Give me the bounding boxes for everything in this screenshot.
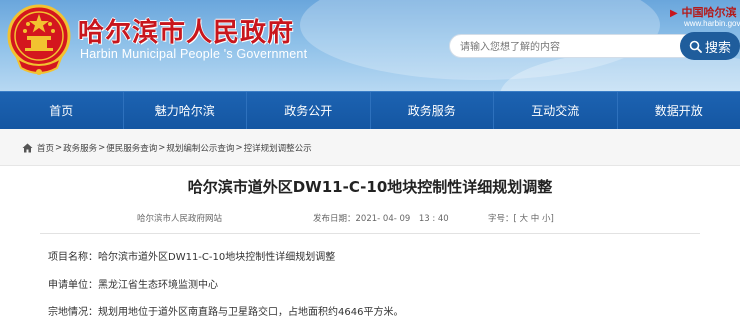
nav-item-interaction[interactable]: 互动交流 xyxy=(494,92,618,129)
search-input[interactable] xyxy=(450,36,714,59)
meta-divider xyxy=(40,233,700,234)
date-label: 发布日期： xyxy=(313,214,356,224)
field-project-name: 项目名称：哈尔滨市道外区DW11-C-10地块控制性详细规划调整 xyxy=(48,248,335,263)
site-subtitle: Harbin Municipal People 's Government xyxy=(80,47,308,61)
brand-url: www.harbin.gov.cn xyxy=(684,19,740,28)
flag-icon: ▶ xyxy=(670,8,678,19)
main-nav: 首页 魅力哈尔滨 政务公开 政务服务 互动交流 数据开放 xyxy=(0,91,740,129)
nav-item-home[interactable]: 首页 xyxy=(0,92,124,129)
breadcrumb-item-government-services[interactable]: 政务服务 xyxy=(63,142,97,154)
date-value: 2021- 04- 09 13 : 40 xyxy=(355,214,449,224)
field-value: 哈尔滨市道外区DW11-C-10地块控制性详细规划调整 xyxy=(98,252,336,263)
search-icon xyxy=(689,40,702,53)
field-label: 宗地情况： xyxy=(48,307,98,318)
font-size-medium-button[interactable]: 中 xyxy=(531,214,540,224)
article-source: 哈尔滨市人民政府网站 xyxy=(137,214,223,224)
field-site-condition: 宗地情况：规划用地位于道外区南直路与卫星路交口，占地面积约4646平方米。 xyxy=(48,303,403,318)
breadcrumb-item-plan-adjustment[interactable]: 控详规划调整公示 xyxy=(244,142,312,154)
site-title: 哈尔滨市人民政府 xyxy=(78,18,295,48)
field-value: 规划用地位于道外区南直路与卫星路交口，占地面积约4646平方米。 xyxy=(98,307,404,318)
breadcrumb-item-convenience-query[interactable]: 便民服务查询 xyxy=(106,142,157,154)
national-emblem-icon xyxy=(7,4,71,75)
article-meta: 哈尔滨市人民政府网站 发布日期：2021- 04- 09 13 : 40 字号：… xyxy=(0,212,740,226)
field-label: 项目名称： xyxy=(48,252,98,263)
brand-logo-text: 中国哈尔滨 xyxy=(681,6,737,19)
breadcrumb-separator: > xyxy=(158,143,166,153)
font-size-control: 字号：[ 大 中 小] xyxy=(488,212,554,224)
search-box xyxy=(449,34,715,59)
article-title: 哈尔滨市道外区DW11-C-10地块控制性详细规划调整 xyxy=(187,178,553,196)
breadcrumb-bar: 首页 > 政务服务 > 便民服务查询 > 规划编制公示查询 > 控详规划调整公示 xyxy=(0,129,740,166)
font-size-small-button[interactable]: 小 xyxy=(542,214,551,224)
field-value: 黑龙江省生态环境监测中心 xyxy=(98,280,218,291)
home-icon xyxy=(22,143,33,153)
field-applicant: 申请单位：黑龙江省生态环境监测中心 xyxy=(48,276,218,291)
breadcrumb-separator: > xyxy=(98,143,106,153)
search-button-label: 搜索 xyxy=(704,40,731,56)
breadcrumb-separator: > xyxy=(55,143,63,153)
font-size-bracket-close: ] xyxy=(550,214,554,224)
font-size-label: 字号： xyxy=(488,214,514,224)
search-button[interactable]: 搜索 xyxy=(680,32,740,60)
brand-logo[interactable]: ▶ 中国哈尔滨 xyxy=(670,4,737,20)
nav-item-government-affairs[interactable]: 政务公开 xyxy=(247,92,371,129)
nav-item-charm-harbin[interactable]: 魅力哈尔滨 xyxy=(124,92,247,129)
breadcrumb-item-planning-query[interactable]: 规划编制公示查询 xyxy=(166,142,234,154)
breadcrumb: 首页 > 政务服务 > 便民服务查询 > 规划编制公示查询 > 控详规划调整公示 xyxy=(22,142,312,154)
article-date: 发布日期：2021- 04- 09 13 : 40 xyxy=(313,212,449,224)
font-size-large-button[interactable]: 大 xyxy=(520,214,529,224)
nav-item-open-data[interactable]: 数据开放 xyxy=(618,92,740,129)
breadcrumb-item-home[interactable]: 首页 xyxy=(37,142,54,154)
nav-item-government-services[interactable]: 政务服务 xyxy=(371,92,494,129)
breadcrumb-separator: > xyxy=(235,143,243,153)
site-header: 哈尔滨市人民政府 Harbin Municipal People 's Gove… xyxy=(0,0,740,91)
font-size-bracket-open: [ xyxy=(513,214,517,224)
field-label: 申请单位： xyxy=(48,280,98,291)
